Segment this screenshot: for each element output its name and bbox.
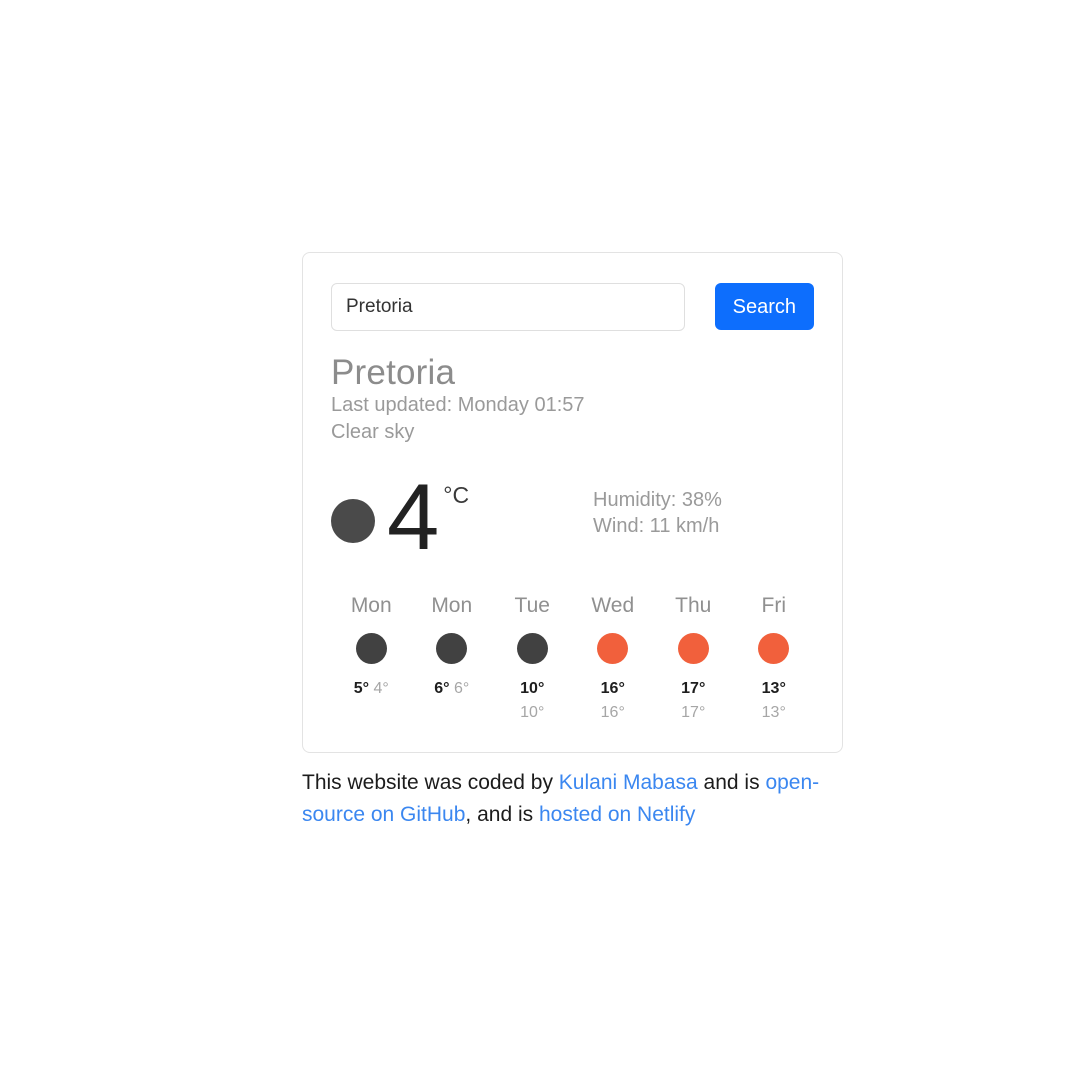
forecast-day-label: Mon [431,594,473,618]
weather-description: Clear sky [331,421,415,444]
forecast-temp-max: 16° [600,679,625,697]
temperature-unit: °C [443,482,470,509]
forecast-day: Fri 13° 13° [734,593,815,726]
forecast-temperatures: 17° 17° [653,677,734,727]
forecast-day-label: Mon [350,594,392,618]
forecast-temp-min: 10° [520,704,545,722]
city-name: Pretoria [331,353,456,392]
humidity-value: Humidity: 38% [593,489,722,512]
weekly-forecast: Mon 5° 4° Mon 6° 6° Tue 10° 10° Wed 16° 16° Thu 17°… [331,593,814,726]
footer-credits: This website was coded by Kulani Mabasa … [302,771,820,827]
cloud-icon [331,498,375,543]
forecast-temperatures: 13° 13° [734,677,815,727]
forecast-temp-max: 6° [434,679,450,697]
forecast-day: Mon 6° 6° [412,593,493,726]
forecast-temp-min: 13° [761,704,786,722]
last-updated-text: Last updated: Monday 01:57 [331,394,585,417]
search-button[interactable]: Search [714,283,814,330]
forecast-temperatures: 5° 4° [331,677,412,702]
sun-icon [677,632,709,664]
forecast-day: Tue 10° 10° [492,593,573,726]
weather-app: Search Pretoria Last updated: Monday 01:… [302,252,843,852]
forecast-day-label: Thu [675,594,712,618]
author-link[interactable]: Kulani Mabasa [559,771,698,794]
weather-card: Search Pretoria Last updated: Monday 01:… [302,252,843,754]
sun-icon [597,632,629,664]
current-temperature-group: 4 °C [331,464,593,570]
forecast-temp-max: 5° [353,679,370,697]
sun-icon [758,632,790,664]
current-details: Humidity: 38% Wind: 11 km/h [593,472,722,539]
forecast-day-label: Wed [591,594,635,618]
search-form: Search [331,283,814,331]
forecast-temp-max: 10° [520,679,545,697]
temperature-value: 4 [387,464,439,570]
cloud-icon [516,632,548,664]
forecast-temp-min: 17° [681,704,706,722]
forecast-day: Wed 16° 16° [573,593,654,726]
forecast-day: Thu 17° 17° [653,593,734,726]
forecast-temp-min: 4° [373,679,389,697]
forecast-temp-max: 13° [761,679,786,697]
forecast-temp-min: 16° [600,704,625,722]
forecast-day-label: Tue [514,594,550,618]
wind-value: Wind: 11 km/h [593,514,720,537]
current-conditions-row: 4 °C Humidity: 38% Wind: 11 km/h [331,464,814,570]
forecast-day-label: Fri [761,594,787,618]
netlify-host-link[interactable]: hosted on Netlify [539,803,695,826]
forecast-day: Mon 5° 4° [331,593,412,726]
cloud-icon [355,632,387,664]
forecast-temp-min: 6° [453,679,470,697]
forecast-temperatures: 6° 6° [412,677,493,702]
current-weather-overview: Pretoria Last updated: Monday 01:57 Clea… [331,353,814,446]
search-input[interactable] [331,283,685,331]
forecast-temperatures: 10° 10° [492,677,573,727]
temperature-block: 4 °C [387,464,470,570]
cloud-icon [436,632,468,664]
forecast-temperatures: 16° 16° [573,677,654,727]
forecast-temp-max: 17° [681,679,706,697]
